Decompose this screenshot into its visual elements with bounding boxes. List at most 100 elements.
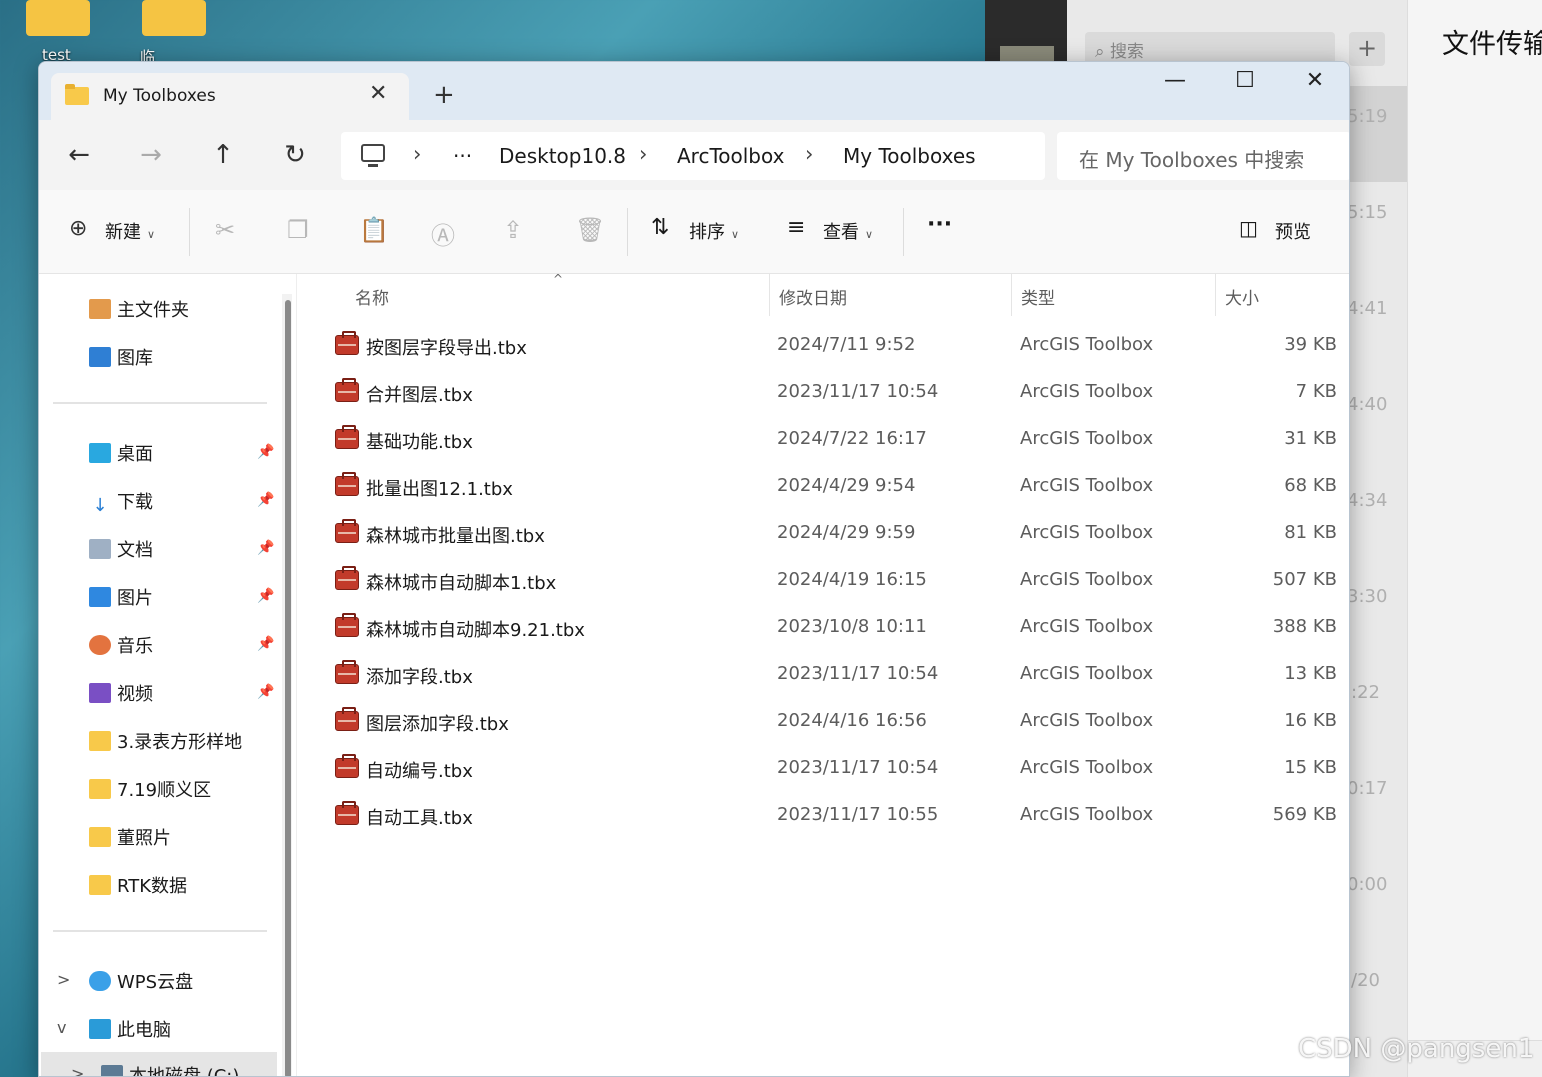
- file-row[interactable]: 基础功能.tbx 2024/7/22 16:17 ArcGIS Toolbox 31 …: [325, 418, 1345, 462]
- chat-item-time: 5:19: [1347, 106, 1388, 127]
- share-icon[interactable]: ⇪: [503, 216, 523, 244]
- file-name: 批量出图12.1.tbx: [366, 479, 513, 500]
- pin-icon[interactable]: 📌: [257, 588, 274, 604]
- file-row[interactable]: 按图层字段导出.tbx 2024/7/11 9:52 ArcGIS Toolbox 3…: [325, 324, 1345, 368]
- copy-icon[interactable]: ❐: [287, 216, 309, 244]
- column-header-type[interactable]: 类型: [1021, 284, 1055, 309]
- minimize-button[interactable]: —: [1155, 68, 1195, 93]
- download-icon: ↓: [89, 497, 111, 517]
- up-arrow-icon[interactable]: ↑: [205, 140, 241, 170]
- file-type: ArcGIS Toolbox: [1020, 757, 1154, 778]
- maximize-button[interactable]: ☐: [1225, 68, 1265, 93]
- back-arrow-icon[interactable]: ←: [61, 140, 97, 170]
- sort-button[interactable]: 排序 ∨: [689, 218, 739, 244]
- column-header-name[interactable]: 名称: [355, 284, 389, 309]
- rename-icon[interactable]: Ⓐ: [431, 216, 455, 251]
- sidebar-item-documents[interactable]: 文档: [89, 536, 153, 566]
- delete-icon[interactable]: 🗑: [575, 216, 605, 244]
- sidebar-item-wps-cloud[interactable]: WPS云盘: [89, 968, 193, 998]
- column-divider[interactable]: [1011, 274, 1012, 316]
- sidebar-item-music[interactable]: 音乐: [89, 632, 153, 662]
- more-options-button[interactable]: ···: [927, 212, 952, 237]
- new-tab-button[interactable]: +: [433, 80, 455, 110]
- sidebar-item-label: 主文件夹: [117, 300, 189, 321]
- file-row[interactable]: 合并图层.tbx 2023/11/17 10:54 ArcGIS Toolbox 7 …: [325, 371, 1345, 415]
- computer-icon[interactable]: [361, 144, 385, 167]
- sidebar-item-gallery[interactable]: 图库: [89, 344, 153, 374]
- file-type: ArcGIS Toolbox: [1020, 804, 1154, 825]
- file-row[interactable]: 森林城市批量出图.tbx 2024/4/29 9:59 ArcGIS Toolbox…: [325, 512, 1345, 556]
- file-type: ArcGIS Toolbox: [1020, 381, 1154, 402]
- file-type: ArcGIS Toolbox: [1020, 475, 1154, 496]
- view-button[interactable]: 查看 ∨: [823, 218, 873, 244]
- chevron-down-icon[interactable]: v: [57, 1018, 66, 1037]
- sidebar-divider: [53, 930, 267, 932]
- sidebar-item-local-disk-c[interactable]: 本地磁盘 (C:): [101, 1062, 239, 1076]
- new-button[interactable]: 新建 ∨: [105, 218, 155, 244]
- sidebar-item-videos[interactable]: 视频: [89, 680, 153, 710]
- sidebar-item-folder[interactable]: 董照片: [89, 824, 171, 854]
- sidebar-item-folder[interactable]: RTK数据: [89, 872, 187, 902]
- file-modified: 2024/4/16 16:56: [777, 710, 927, 731]
- chat-add-button[interactable]: +: [1349, 32, 1385, 66]
- chevron-right-icon[interactable]: >: [57, 970, 70, 989]
- chevron-right-icon[interactable]: >: [71, 1064, 84, 1076]
- file-name: 基础功能.tbx: [366, 432, 473, 453]
- refresh-icon[interactable]: ↻: [277, 140, 313, 170]
- address-bar[interactable]: › ··· Desktop10.8 › ArcToolbox › My Tool…: [341, 132, 1045, 180]
- breadcrumb-arctoolbox[interactable]: ArcToolbox: [677, 144, 784, 168]
- column-divider[interactable]: [769, 274, 770, 316]
- sidebar-item-home[interactable]: 主文件夹: [89, 296, 189, 326]
- file-size: 569 KB: [1272, 804, 1337, 825]
- sort-button-label: 排序: [689, 222, 725, 243]
- chevron-right-icon[interactable]: ›: [413, 142, 421, 166]
- file-row[interactable]: 添加字段.tbx 2023/11/17 10:54 ArcGIS Toolbox 13…: [325, 653, 1345, 697]
- pin-icon[interactable]: 📌: [257, 444, 274, 460]
- chevron-right-icon[interactable]: ›: [805, 142, 813, 166]
- sidebar-item-folder[interactable]: 3.录表方形样地: [89, 728, 242, 758]
- folder-icon: [89, 779, 111, 799]
- sidebar-item-label: 此电脑: [117, 1020, 171, 1041]
- chevron-right-icon[interactable]: ›: [639, 142, 647, 166]
- file-row[interactable]: 自动工具.tbx 2023/11/17 10:55 ArcGIS Toolbox 56…: [325, 794, 1345, 838]
- breadcrumb-my-toolboxes[interactable]: My Toolboxes: [843, 144, 976, 168]
- paste-icon[interactable]: 📋: [359, 216, 389, 244]
- preview-button[interactable]: 预览: [1275, 218, 1311, 244]
- sidebar-item-this-pc[interactable]: 此电脑: [89, 1016, 171, 1046]
- sidebar-divider: [53, 402, 267, 404]
- sidebar-item-downloads[interactable]: ↓ 下载: [89, 488, 153, 518]
- breadcrumb-desktop108[interactable]: Desktop10.8: [499, 144, 626, 168]
- pin-icon[interactable]: 📌: [257, 684, 274, 700]
- desktop-shortcut-temp[interactable]: [142, 0, 206, 36]
- toolbox-icon: [335, 519, 359, 543]
- file-type: ArcGIS Toolbox: [1020, 569, 1154, 590]
- pin-icon[interactable]: 📌: [257, 540, 274, 556]
- file-name: 图层添加字段.tbx: [366, 714, 509, 735]
- file-row[interactable]: 森林城市自动脚本1.tbx 2024/4/19 16:15 ArcGIS Toolb…: [325, 559, 1345, 603]
- sidebar-item-folder[interactable]: 7.19顺义区: [89, 776, 211, 806]
- column-header-size[interactable]: 大小: [1225, 284, 1259, 309]
- file-size: 16 KB: [1284, 710, 1337, 731]
- pin-icon[interactable]: 📌: [257, 636, 274, 652]
- sidebar-scrollbar-thumb[interactable]: [285, 300, 291, 1076]
- folder-icon: [89, 875, 111, 895]
- file-row[interactable]: 图层添加字段.tbx 2024/4/16 16:56 ArcGIS Toolbox 1…: [325, 700, 1345, 744]
- file-row[interactable]: 森林城市自动脚本9.21.tbx 2023/10/8 10:11 ArcGIS To…: [325, 606, 1345, 650]
- cut-icon[interactable]: ✂: [215, 216, 235, 244]
- forward-arrow-icon[interactable]: →: [133, 140, 169, 170]
- file-row[interactable]: 批量出图12.1.tbx 2024/4/29 9:54 ArcGIS Toolbox…: [325, 465, 1345, 509]
- column-header-modified[interactable]: 修改日期: [779, 284, 847, 309]
- search-input[interactable]: 在 My Toolboxes 中搜索: [1057, 132, 1349, 180]
- column-divider[interactable]: [1215, 274, 1216, 316]
- sidebar-item-desktop[interactable]: 桌面: [89, 440, 153, 470]
- close-tab-icon[interactable]: ✕: [369, 81, 387, 106]
- file-row[interactable]: 自动编号.tbx 2023/11/17 10:54 ArcGIS Toolbox 15…: [325, 747, 1345, 791]
- close-window-button[interactable]: ✕: [1295, 68, 1335, 93]
- watermark: CSDN @pangsen1: [1298, 1034, 1535, 1064]
- toolbox-icon: [335, 331, 359, 355]
- pin-icon[interactable]: 📌: [257, 492, 274, 508]
- breadcrumb-overflow[interactable]: ···: [453, 144, 472, 168]
- sidebar-item-pictures[interactable]: 图片: [89, 584, 153, 614]
- tab-my-toolboxes[interactable]: My Toolboxes ✕: [51, 73, 409, 120]
- desktop-shortcut-test[interactable]: [26, 0, 90, 36]
